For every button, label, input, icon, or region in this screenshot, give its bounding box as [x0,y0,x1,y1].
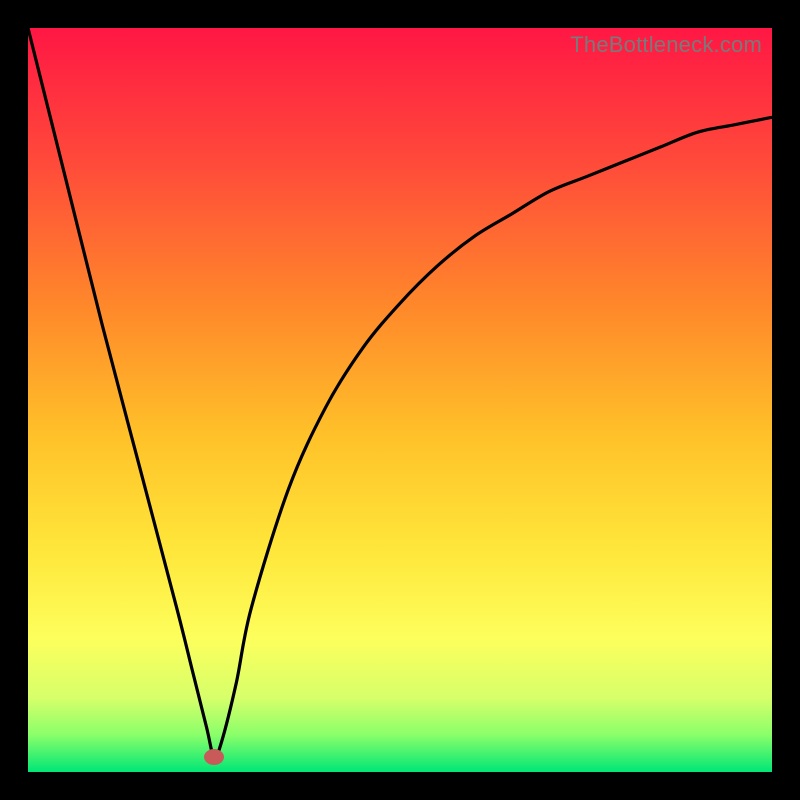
chart-frame: TheBottleneck.com [28,28,772,772]
chart-plot [28,28,772,772]
watermark-label: TheBottleneck.com [570,32,762,58]
minimum-marker [204,749,224,765]
gradient-background [28,28,772,772]
